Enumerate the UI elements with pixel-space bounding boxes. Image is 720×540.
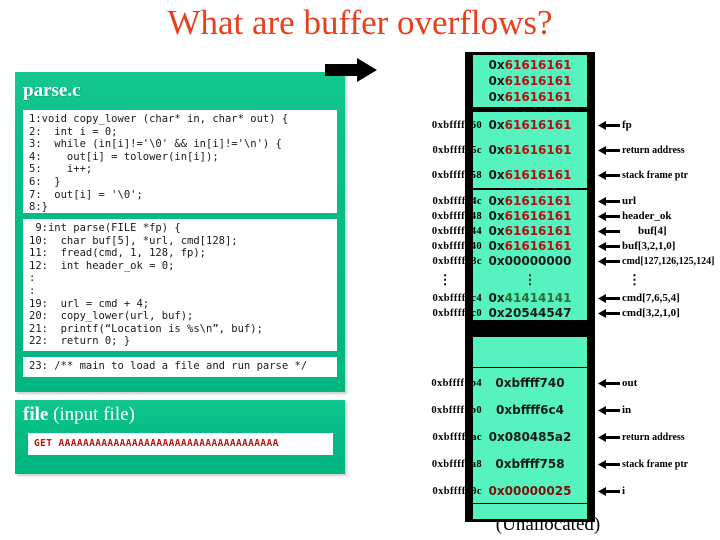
- stack-region-label: cmd[127,126,125,124]: [622, 255, 715, 267]
- input-file-content: GET AAAAAAAAAAAAAAAAAAAAAAAAAAAAAAAAAAAA: [28, 433, 333, 455]
- stack-region-label: cmd[7,6,5,4]: [622, 291, 680, 304]
- stack-region-label: cmd[3,2,1,0]: [622, 306, 680, 319]
- stack-region-label: url: [622, 194, 637, 207]
- input-file-label: file (input file): [23, 404, 135, 426]
- pointer-arrow-icon: [598, 196, 620, 206]
- stack-cell-value: 0x 61616161: [488, 168, 572, 182]
- stack-address-label: 0xbffff6ac: [432, 431, 482, 443]
- stack-region-label: in: [622, 403, 632, 416]
- stack-cell-value: 0x 61616161: [488, 223, 572, 238]
- stack-region-label: header_ok: [622, 209, 672, 222]
- parse-c-filename: parse.c: [23, 80, 81, 101]
- stack-region-label: buf[4]: [638, 224, 667, 237]
- stack-cell-value: 0x 41414141: [488, 290, 572, 305]
- stack-cell-value: 0x 61616161: [488, 90, 572, 104]
- code-block-copy-lower: 1:void copy_lower (char* in, char* out) …: [23, 110, 337, 213]
- stack-address-label: 0xbffff6b0: [431, 404, 482, 416]
- stack-block: [473, 337, 587, 367]
- stack-cell-value: 0x 61616161: [488, 74, 572, 88]
- stack-address-label: ⋮: [438, 272, 452, 287]
- stack-region-label: return address: [622, 431, 685, 443]
- stack-address-label: 0xbffff6a8: [431, 458, 482, 470]
- pointer-arrow-icon: [598, 293, 620, 303]
- stack-cell-value: 0x 61616161: [488, 58, 572, 72]
- pointer-arrow-icon: [598, 226, 620, 236]
- stack-cell-value: 0x080485a2: [488, 429, 572, 444]
- stack-address-label: 0xbffff75c: [432, 145, 482, 156]
- pointer-arrow-icon: [598, 171, 620, 180]
- stack-cell-value: 0x 61616161: [488, 238, 572, 253]
- stack-cell-value: 0x 20544547: [488, 305, 572, 320]
- stack-address-label: 0xbffff6c0: [432, 307, 482, 319]
- stack-cell-value: 0x 61616161: [488, 193, 572, 208]
- stack-cell-value: 0x 61616161: [488, 118, 572, 132]
- page-title: What are buffer overflows?: [167, 3, 553, 42]
- stack-region-label: ⋮: [628, 272, 641, 287]
- pointer-arrow-icon: [598, 405, 620, 415]
- stack-address-label: 0xbffff69c: [432, 485, 482, 497]
- stack-cell-value: 0xbffff6c4: [496, 402, 564, 417]
- stack-cell-value: 0x 61616161: [488, 143, 572, 157]
- stack-address-label: 0xbffff6c4: [432, 292, 482, 304]
- stack-cell-value: ⋮: [523, 271, 537, 287]
- pointer-arrow-icon: [598, 486, 620, 496]
- stack-address-label: 0xbffff758: [431, 170, 482, 181]
- stack-address-label: 0xbffff760: [431, 120, 482, 131]
- pointer-arrow-icon: [598, 432, 620, 442]
- stack-region-label: fp: [622, 119, 632, 131]
- stack-region-label: stack frame ptr: [622, 458, 689, 470]
- stack-diagram: (Unallocated) 0x 61616161 0x 61616161 0x 6161…: [370, 52, 720, 540]
- input-file-panel: file (input file) GET AAAAAAAAAAAAAAAAAA…: [15, 400, 345, 474]
- stack-region-label: stack frame ptr: [622, 170, 689, 181]
- pointer-arrow-icon: [598, 146, 620, 155]
- input-file-label-rest: (input file): [48, 404, 135, 425]
- stack-region-label: return address: [622, 145, 685, 156]
- stack-address-label: 0xbffff73c: [432, 255, 482, 267]
- pointer-arrow-icon: [598, 459, 620, 469]
- stack-cell-value: 0x00000025: [488, 483, 572, 498]
- pointer-arrow-icon: [598, 378, 620, 388]
- parse-c-panel: parse.c 1:void copy_lower (char* in, cha…: [15, 72, 345, 392]
- stack-cell-value: 0xbffff758: [495, 456, 565, 471]
- stack-address-label: 0xbffff6b4: [431, 377, 482, 389]
- stack-block: [473, 504, 587, 519]
- stack-cell-value: 0x 00000000: [488, 253, 572, 268]
- stack-region-label: out: [622, 376, 638, 389]
- stack-cell-value: 0xbffff740: [495, 375, 565, 390]
- stack-region-label: buf[3,2,1,0]: [622, 239, 676, 252]
- pointer-arrow-icon: [598, 308, 620, 318]
- stack-address-label: 0xbffff744: [431, 225, 482, 237]
- stack-address-label: 0xbffff748: [431, 210, 482, 222]
- pointer-arrow-icon: [598, 121, 620, 130]
- pointer-arrow-icon: [598, 211, 620, 221]
- slide-canvas: What are buffer overflows? parse.c 1:voi…: [0, 0, 720, 540]
- stack-cell-value: 0x 61616161: [488, 208, 572, 223]
- input-file-label-bold: file: [23, 404, 49, 425]
- stack-region-label: i: [622, 484, 626, 497]
- pointer-arrow-icon: [598, 241, 620, 251]
- stack-address-label: 0xbffff74c: [432, 195, 482, 207]
- stack-address-label: 0xbffff740: [431, 240, 482, 252]
- code-block-main-comment: 23: /** main to load a file and run pars…: [23, 357, 337, 377]
- code-block-parse: 9:int parse(FILE *fp) { 10: char buf[5],…: [23, 219, 337, 351]
- pointer-arrow-icon: [598, 256, 620, 266]
